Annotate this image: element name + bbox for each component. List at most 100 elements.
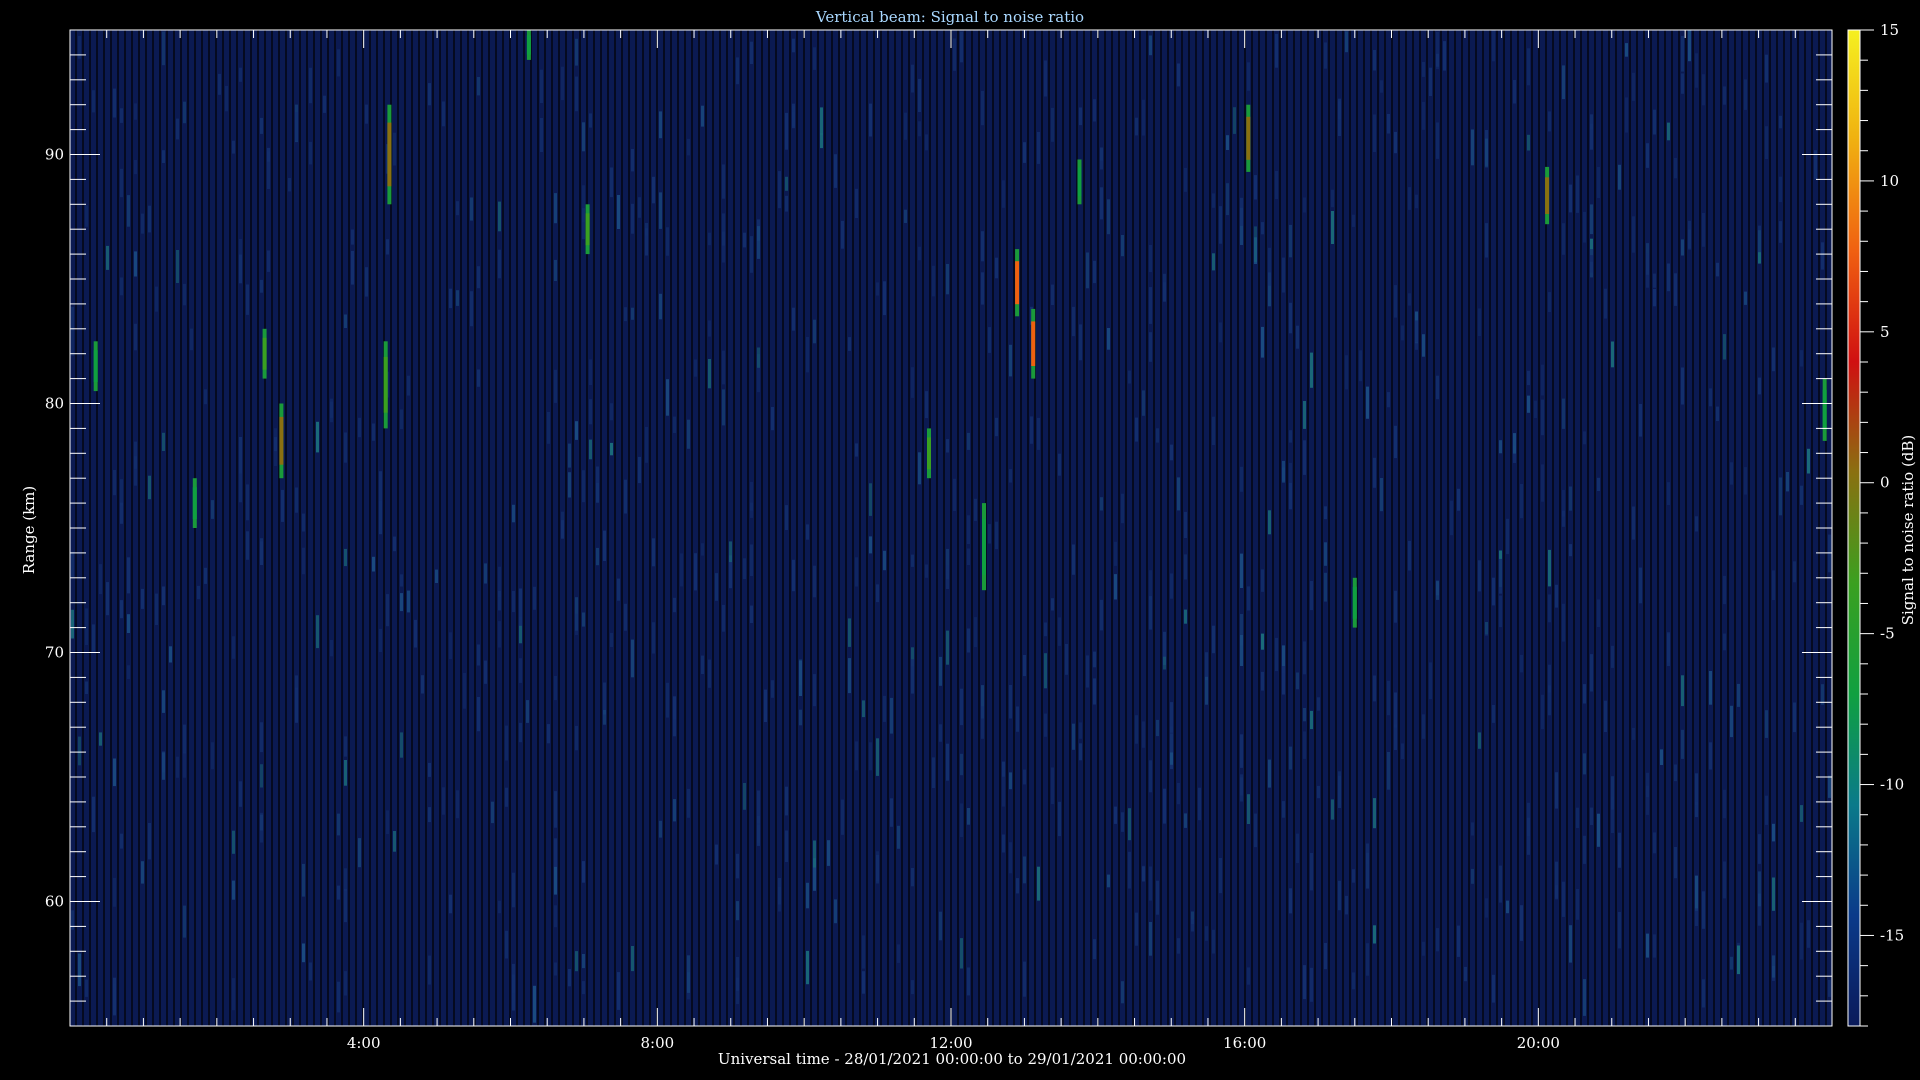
noise-speckle — [71, 551, 74, 577]
noise-speckle — [1772, 570, 1775, 601]
x-tick-label: 20:00 — [1517, 1034, 1560, 1052]
noise-speckle — [1247, 967, 1250, 985]
noise-speckle — [1121, 235, 1124, 257]
noise-speckle — [911, 554, 914, 567]
noise-speckle — [232, 880, 235, 900]
noise-speckle — [624, 603, 627, 631]
noise-speckle — [1828, 979, 1831, 997]
noise-speckle — [1674, 157, 1677, 179]
noise-speckle — [918, 121, 921, 137]
noise-speckle — [386, 594, 389, 627]
noise-speckle — [232, 978, 235, 1011]
noise-speckle — [1149, 287, 1152, 324]
noise-speckle — [1261, 633, 1264, 650]
noise-speckle — [1520, 654, 1523, 673]
noise-speckle — [1471, 822, 1474, 836]
noise-speckle — [582, 981, 585, 995]
echo-core — [927, 437, 931, 470]
noise-speckle — [519, 588, 522, 626]
noise-speckle — [1583, 684, 1586, 704]
noise-speckle — [1240, 777, 1243, 802]
x-tick-label: 4:00 — [347, 1034, 381, 1052]
noise-speckle — [1072, 723, 1075, 750]
noise-speckle — [1289, 224, 1292, 258]
noise-speckle — [470, 197, 473, 221]
noise-speckle — [1289, 302, 1292, 334]
noise-speckle — [1023, 769, 1026, 785]
noise-speckle — [736, 853, 739, 879]
noise-speckle — [995, 417, 998, 437]
noise-speckle — [1681, 239, 1684, 256]
noise-speckle — [687, 955, 690, 993]
noise-speckle — [1135, 417, 1138, 442]
noise-speckle — [631, 946, 634, 972]
noise-speckle — [1408, 293, 1411, 306]
noise-speckle — [1583, 211, 1586, 243]
noise-speckle — [1394, 724, 1397, 750]
noise-speckle — [1555, 885, 1558, 900]
noise-speckle — [1149, 570, 1152, 600]
noise-speckle — [1548, 292, 1551, 312]
noise-speckle — [1478, 560, 1481, 592]
y-tick-label: 60 — [45, 893, 64, 911]
noise-speckle — [351, 250, 354, 285]
noise-speckle — [1723, 86, 1726, 105]
noise-speckle — [183, 101, 186, 124]
noise-speckle — [1716, 406, 1719, 421]
noise-speckle — [267, 250, 270, 272]
noise-speckle — [1268, 510, 1271, 535]
noise-speckle — [1422, 714, 1425, 739]
noise-speckle — [666, 379, 669, 416]
noise-speckle — [778, 886, 781, 912]
noise-speckle — [876, 851, 879, 882]
noise-speckle — [400, 593, 403, 612]
noise-speckle — [722, 213, 725, 246]
noise-speckle — [365, 104, 368, 124]
noise-speckle — [1569, 486, 1572, 511]
noise-speckle — [344, 868, 347, 891]
noise-speckle — [1240, 553, 1243, 588]
noise-speckle — [617, 972, 620, 1010]
noise-speckle — [442, 101, 445, 127]
noise-speckle — [1205, 926, 1208, 941]
noise-speckle — [1016, 878, 1019, 894]
noise-speckle — [162, 586, 165, 606]
noise-speckle — [302, 547, 305, 575]
noise-speckle — [974, 617, 977, 648]
noise-speckle — [1135, 715, 1138, 744]
noise-speckle — [946, 264, 949, 295]
noise-speckle — [323, 95, 326, 113]
noise-speckle — [1709, 671, 1712, 705]
noise-speckle — [1562, 881, 1565, 917]
noise-speckle — [1240, 734, 1243, 768]
noise-speckle — [680, 553, 683, 587]
noise-speckle — [645, 228, 648, 256]
noise-speckle — [1289, 893, 1292, 914]
noise-speckle — [659, 192, 662, 229]
noise-speckle — [1422, 334, 1425, 357]
noise-speckle — [211, 742, 214, 770]
noise-speckle — [995, 521, 998, 550]
noise-speckle — [750, 481, 753, 511]
noise-speckle — [1338, 880, 1341, 911]
noise-speckle — [1653, 273, 1656, 288]
noise-speckle — [974, 498, 977, 521]
noise-speckle — [1198, 787, 1201, 821]
noise-speckle — [1373, 675, 1376, 702]
noise-speckle — [722, 164, 725, 199]
noise-speckle — [204, 567, 207, 584]
noise-speckle — [1723, 334, 1726, 360]
noise-speckle — [1569, 184, 1572, 213]
noise-speckle — [1723, 633, 1726, 651]
noise-speckle — [995, 257, 998, 279]
noise-speckle — [1653, 109, 1656, 135]
noise-speckle — [911, 980, 914, 995]
noise-speckle — [295, 487, 298, 513]
noise-speckle — [127, 665, 130, 679]
noise-speckle — [1408, 540, 1411, 571]
noise-speckle — [442, 787, 445, 815]
noise-speckle — [1086, 252, 1089, 289]
noise-speckle — [862, 935, 865, 969]
noise-speckle — [603, 682, 606, 715]
noise-speckle — [1009, 772, 1012, 790]
